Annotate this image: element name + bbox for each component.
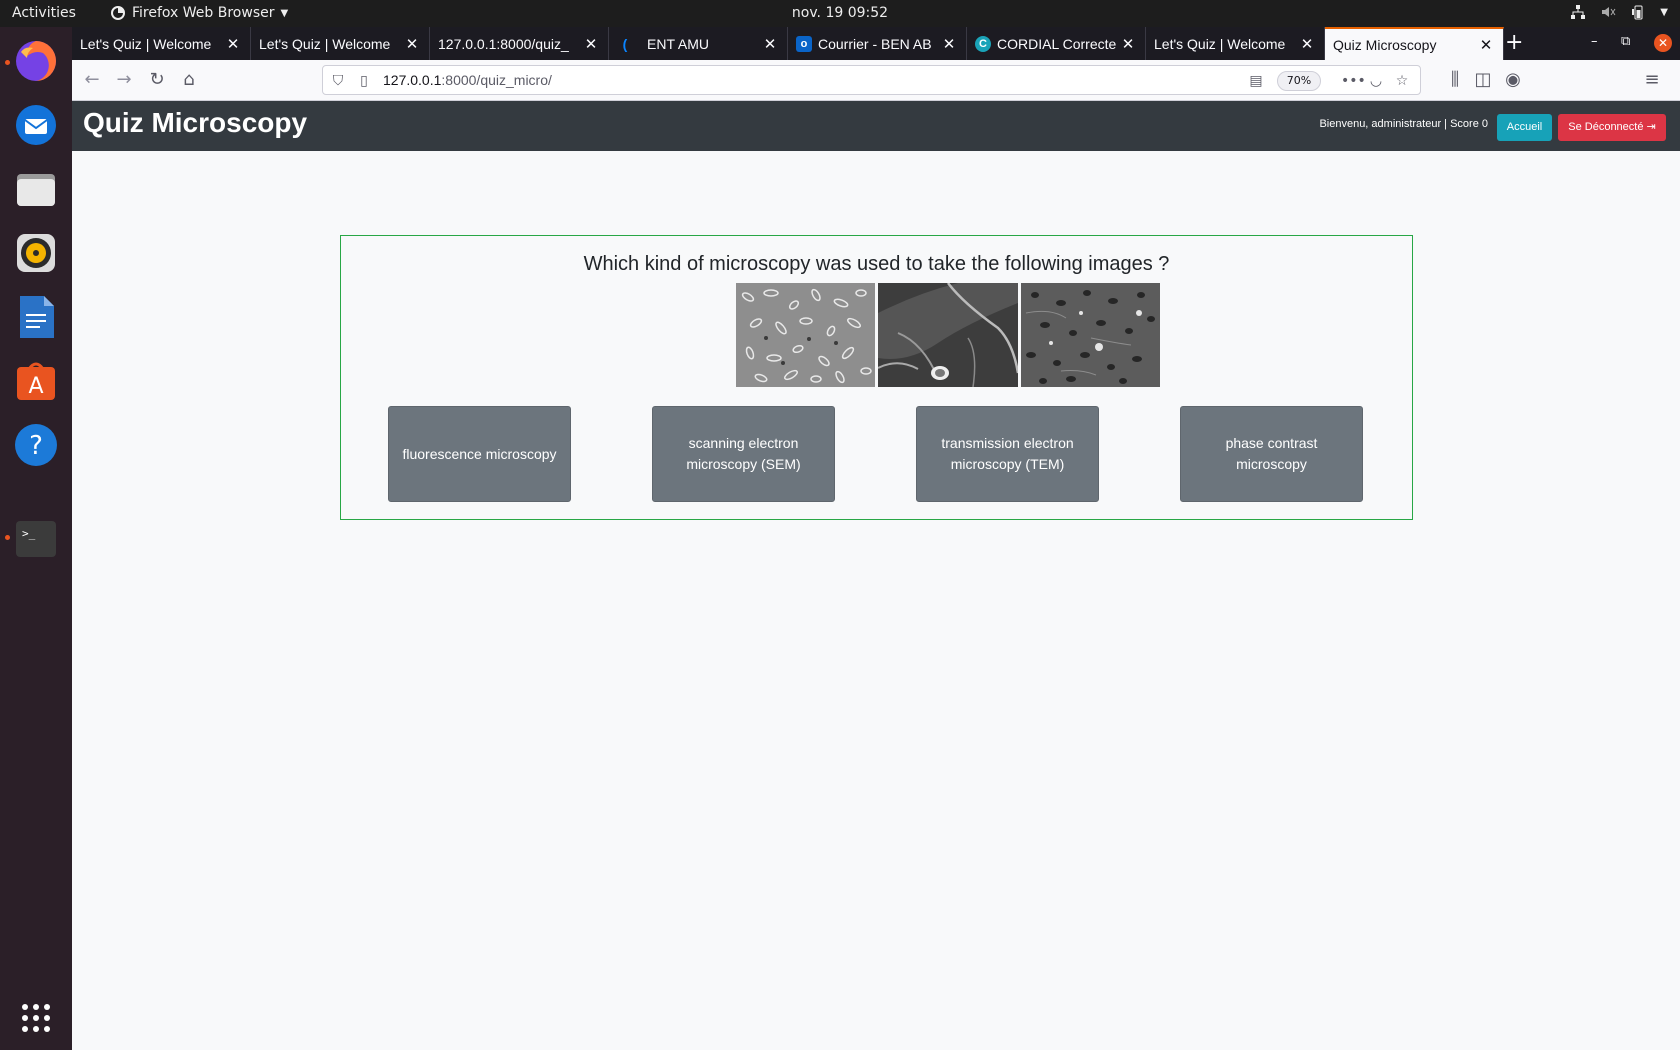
tab-lets-quiz-1[interactable]: Let's Quiz | Welcome ✕ [72, 27, 251, 60]
tab-title: Quiz Microscopy [1333, 36, 1437, 53]
tab-ent-amu[interactable]: ( ENT AMU ✕ [609, 27, 788, 60]
url-text[interactable]: 127.0.0.1:8000/quiz_micro/ [383, 72, 552, 88]
logout-label: Se Déconnecté [1568, 121, 1644, 133]
home-button[interactable]: Accueil [1497, 114, 1552, 141]
app-grid-icon[interactable] [12, 994, 60, 1042]
zoom-level[interactable]: 70% [1277, 71, 1321, 91]
question-text: Which kind of microscopy was used to tak… [583, 253, 1170, 275]
tab-title: ENT AMU [647, 35, 709, 52]
volume-icon [1602, 7, 1616, 17]
tab-strip: Let's Quiz | Welcome ✕ Let's Quiz | Welc… [72, 27, 1680, 60]
web-page: Quiz Microscopy Bienvenu, administrateur… [72, 101, 1680, 1050]
window-close-button[interactable]: ✕ [1654, 34, 1672, 52]
microscopy-image-1 [736, 283, 875, 387]
url-path: :8000/quiz_micro/ [441, 72, 552, 88]
software-icon[interactable]: A [12, 357, 60, 405]
tab-quiz-microscopy[interactable]: Quiz Microscopy ✕ [1325, 27, 1504, 60]
answer-button-tem[interactable]: transmission electron microscopy (TEM) [916, 406, 1099, 502]
tab-title: Let's Quiz | Welcome [259, 35, 391, 52]
logout-icon: ⇥ [1646, 121, 1656, 133]
url-bar[interactable]: ⛉ ▯ 127.0.0.1:8000/quiz_micro/ ▤ 70% •••… [322, 65, 1421, 95]
chevron-down-icon: ▼ [1660, 6, 1668, 18]
reload-icon[interactable]: ↻ [145, 68, 169, 92]
site-navbar: Quiz Microscopy Bienvenu, administrateur… [72, 101, 1680, 151]
reader-mode-icon[interactable]: ▤ [1247, 72, 1265, 90]
account-icon[interactable]: ◉ [1501, 68, 1525, 92]
browser-window: Let's Quiz | Welcome ✕ Let's Quiz | Welc… [72, 27, 1680, 1050]
url-host: 127.0.0.1 [383, 72, 442, 88]
welcome-score-text: Bienvenu, administrateur | Score 0 [1319, 118, 1488, 130]
close-icon[interactable]: ✕ [1298, 35, 1316, 53]
restore-icon[interactable]: ⧉ [1621, 34, 1630, 49]
loading-icon: ( [622, 35, 628, 52]
dock: A ? >_ [0, 27, 72, 1050]
close-icon[interactable]: ✕ [761, 35, 779, 53]
tab-title: CORDIAL Correcte [997, 35, 1117, 52]
outlook-icon: o [796, 35, 812, 52]
tab-title: Let's Quiz | Welcome [80, 35, 212, 52]
rhythmbox-icon[interactable] [12, 229, 60, 277]
forward-icon[interactable]: → [112, 68, 136, 92]
tab-title: Let's Quiz | Welcome [1154, 35, 1286, 52]
microscopy-image-2 [878, 283, 1018, 387]
answer-button-fluorescence[interactable]: fluorescence microscopy [388, 406, 571, 502]
tab-title: 127.0.0.1:8000/quiz_ [438, 35, 569, 52]
svg-text:?: ? [29, 431, 43, 461]
more-actions-icon[interactable]: ••• [1341, 72, 1366, 90]
svg-text:A: A [28, 374, 43, 399]
pocket-icon[interactable]: ◡ [1367, 72, 1385, 90]
tab-cordial[interactable]: C CORDIAL Correcte ✕ [967, 27, 1146, 60]
network-icon [1571, 5, 1586, 19]
site-title[interactable]: Quiz Microscopy [83, 107, 307, 139]
close-icon[interactable]: ✕ [582, 35, 600, 53]
tab-lets-quiz-3[interactable]: Let's Quiz | Welcome ✕ [1146, 27, 1325, 60]
firefox-icon[interactable] [12, 37, 60, 85]
tab-courrier[interactable]: o Courrier - BEN AB ✕ [788, 27, 967, 60]
files-icon[interactable] [12, 165, 60, 213]
close-icon[interactable]: ✕ [940, 35, 958, 53]
thunderbird-icon[interactable] [12, 101, 60, 149]
close-icon[interactable]: ✕ [1477, 36, 1495, 54]
sidebar-icon[interactable]: ◫ [1471, 68, 1495, 92]
shield-icon[interactable]: ⛉ [329, 72, 347, 90]
answer-button-phase-contrast[interactable]: phase contrast microscopy [1180, 406, 1363, 502]
help-icon[interactable]: ? [12, 421, 60, 469]
writer-icon[interactable] [12, 293, 60, 341]
logout-button[interactable]: Se Déconnecté ⇥ [1558, 114, 1666, 141]
cordial-icon: C [975, 35, 991, 52]
tab-title: Courrier - BEN AB [818, 35, 932, 52]
system-tray[interactable]: ▼ [1570, 4, 1668, 20]
terminal-icon[interactable]: >_ [12, 515, 60, 563]
close-icon[interactable]: ✕ [1119, 35, 1137, 53]
close-icon[interactable]: ✕ [403, 35, 421, 53]
new-tab-button[interactable]: + [1505, 31, 1523, 55]
svg-text:>_: >_ [22, 527, 36, 540]
minimize-icon[interactable]: – [1591, 34, 1598, 49]
close-icon[interactable]: ✕ [224, 35, 242, 53]
tab-localhost-quiz[interactable]: 127.0.0.1:8000/quiz_ ✕ [430, 27, 609, 60]
running-indicator [5, 60, 10, 65]
navigation-toolbar: ← → ↻ ⌂ ⛉ ▯ 127.0.0.1:8000/quiz_micro/ ▤… [72, 60, 1680, 101]
page-info-icon[interactable]: ▯ [355, 72, 373, 90]
running-indicator [5, 535, 10, 540]
answer-button-sem[interactable]: scanning electron microscopy (SEM) [652, 406, 835, 502]
library-icon[interactable]: ⫼ [1443, 68, 1467, 92]
tab-lets-quiz-2[interactable]: Let's Quiz | Welcome ✕ [251, 27, 430, 60]
system-top-bar: Activities Firefox Web Browser ▼ nov. 19… [0, 0, 1680, 27]
home-icon[interactable]: ⌂ [177, 68, 201, 92]
microscopy-image-3 [1021, 283, 1160, 387]
back-icon[interactable]: ← [80, 68, 104, 92]
quiz-card: Which kind of microscopy was used to tak… [340, 235, 1413, 520]
clock[interactable]: nov. 19 09:52 [0, 5, 1680, 21]
bookmark-star-icon[interactable]: ☆ [1393, 72, 1411, 90]
battery-icon [1632, 5, 1643, 20]
menu-icon[interactable]: ≡ [1640, 68, 1664, 92]
